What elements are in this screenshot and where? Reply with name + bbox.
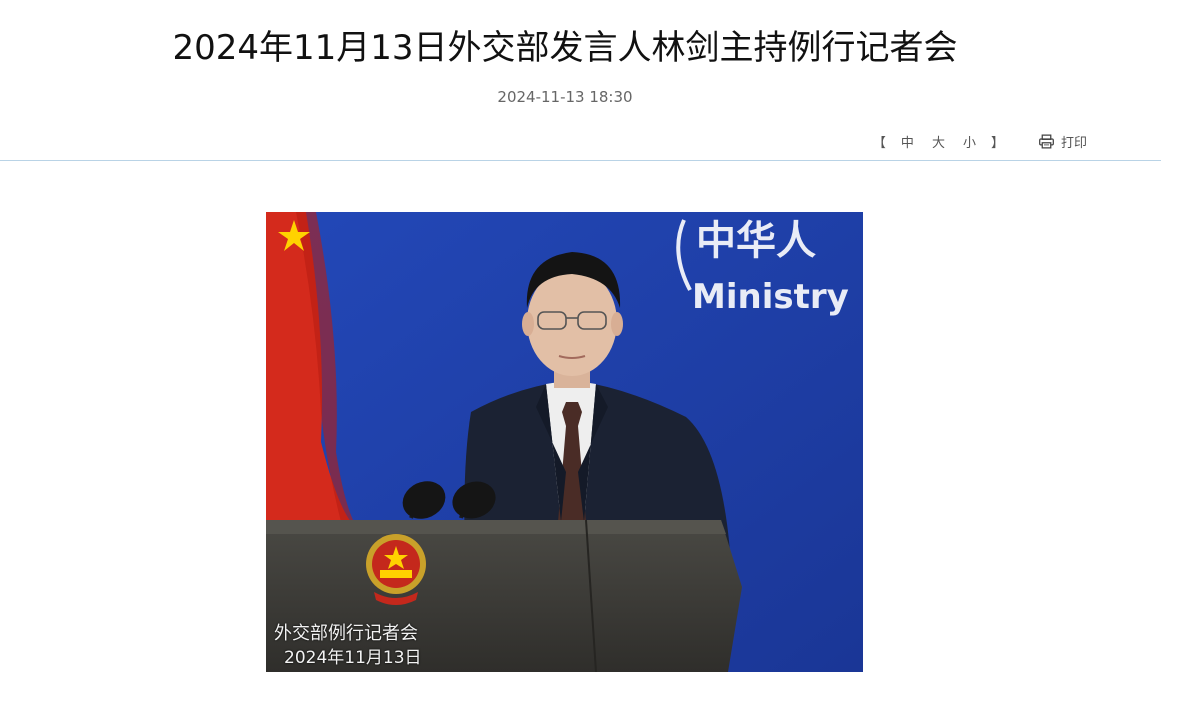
font-size-large-link[interactable]: 大 xyxy=(923,132,954,151)
font-size-small-link[interactable]: 小 xyxy=(954,132,985,151)
printer-icon xyxy=(1039,134,1054,149)
print-button[interactable]: 打印 xyxy=(1038,132,1087,151)
font-size-close-bracket: 】 xyxy=(990,136,1004,151)
backdrop-text-cn: 中华人 xyxy=(696,218,816,264)
print-label: 打印 xyxy=(1060,136,1087,151)
backdrop-text-en: Ministry xyxy=(692,277,849,317)
page-title: 2024年11月13日外交部发言人林剑主持例行记者会 xyxy=(172,28,958,68)
photo-caption: 外交部例行记者会 2024年11月13日 xyxy=(274,622,422,670)
article-toolbar: 【 中 大 小 】 打印 xyxy=(867,132,1087,151)
publish-date: 2024-11-13 18:30 xyxy=(497,88,633,106)
press-conference-photo: 中华人 Ministry xyxy=(266,212,863,672)
header-divider xyxy=(0,160,1161,161)
caption-line-1: 外交部例行记者会 xyxy=(274,623,418,644)
caption-line-2: 2024年11月13日 xyxy=(284,648,422,668)
font-size-open-bracket: 【 xyxy=(872,136,886,151)
font-size-selector: 【 中 大 小 】 xyxy=(867,132,1010,151)
font-size-medium-link[interactable]: 中 xyxy=(892,132,923,151)
